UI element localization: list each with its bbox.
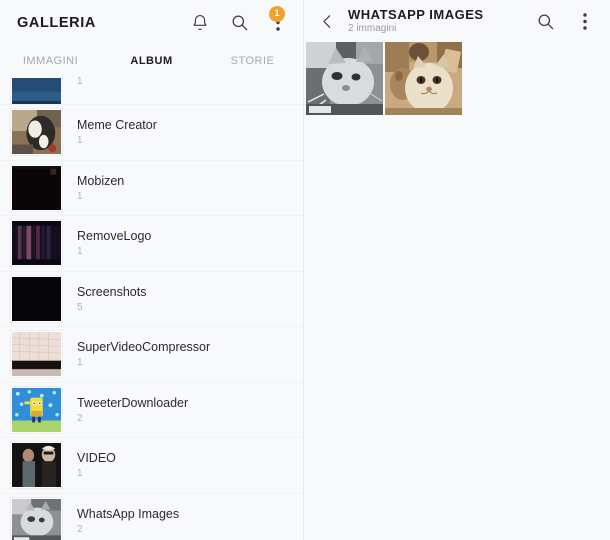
album-count: 1 bbox=[77, 190, 83, 202]
more-options-icon[interactable] bbox=[574, 10, 596, 32]
photo-grid bbox=[304, 42, 610, 115]
album-meta: Mobizen 1 bbox=[77, 174, 124, 202]
album-thumbnail bbox=[10, 163, 63, 212]
album-list-panel: GALLERIA 1 IMMAGINI ALBUM STORIE 1 Meme … bbox=[0, 0, 304, 540]
album-count: 2 bbox=[77, 412, 83, 424]
list-item[interactable]: Mobizen 1 bbox=[0, 160, 303, 216]
app-title: GALLERIA bbox=[17, 14, 96, 31]
album-thumbnail bbox=[10, 219, 63, 268]
tab-immagini[interactable]: IMMAGINI bbox=[0, 45, 101, 77]
album-meta: SuperVideoCompressor 1 bbox=[77, 340, 210, 368]
tab-bar: IMMAGINI ALBUM STORIE bbox=[0, 45, 303, 77]
album-thumbnail bbox=[10, 77, 63, 104]
album-meta: VIDEO 1 bbox=[77, 451, 116, 479]
detail-icon-group bbox=[534, 10, 596, 32]
header-icon-group: 1 bbox=[189, 5, 289, 34]
list-item[interactable]: Meme Creator 1 bbox=[0, 105, 303, 161]
detail-title-block: WHATSAPP IMAGES 2 immagini bbox=[348, 6, 534, 35]
album-name: Meme Creator bbox=[77, 118, 157, 133]
album-thumbnail bbox=[10, 385, 63, 434]
album-name: RemoveLogo bbox=[77, 229, 152, 244]
notifications-icon[interactable] bbox=[189, 12, 211, 34]
album-name: SuperVideoCompressor bbox=[77, 340, 211, 355]
search-icon[interactable] bbox=[228, 12, 250, 34]
list-item[interactable]: Screenshots 5 bbox=[0, 271, 303, 327]
album-name: TweeterDownloader bbox=[77, 395, 189, 410]
album-count: 1 bbox=[77, 135, 83, 147]
album-meta: TweeterDownloader 2 bbox=[77, 396, 188, 424]
album-count: 1 bbox=[77, 77, 83, 87]
album-meta: Meme Creator 1 bbox=[77, 118, 157, 146]
list-item[interactable]: RemoveLogo 1 bbox=[0, 216, 303, 272]
search-icon[interactable] bbox=[534, 10, 556, 32]
back-arrow-icon[interactable] bbox=[314, 8, 340, 34]
album-thumbnail bbox=[10, 274, 63, 323]
list-item[interactable]: SuperVideoCompressor 1 bbox=[0, 327, 303, 383]
list-item[interactable]: TweeterDownloader 2 bbox=[0, 382, 303, 438]
album-list[interactable]: 1 Meme Creator 1 Mobizen 1 RemoveLogo 1 … bbox=[0, 77, 303, 540]
album-count: 1 bbox=[77, 246, 83, 258]
notification-badge: 1 bbox=[269, 5, 285, 22]
album-thumbnail bbox=[10, 496, 63, 540]
album-count: 1 bbox=[77, 468, 83, 480]
tab-storie[interactable]: STORIE bbox=[202, 45, 303, 77]
album-meta: 1 bbox=[77, 77, 83, 87]
page-title: WHATSAPP IMAGES bbox=[348, 6, 484, 22]
gallery-app-screen: GALLERIA 1 IMMAGINI ALBUM STORIE 1 Meme … bbox=[0, 0, 610, 540]
more-options-icon[interactable]: 1 bbox=[267, 5, 289, 34]
album-count: 1 bbox=[77, 357, 83, 369]
left-app-header: GALLERIA 1 bbox=[0, 0, 303, 45]
photo-cat-grayscale[interactable] bbox=[306, 42, 383, 115]
list-item[interactable]: WhatsApp Images 2 bbox=[0, 493, 303, 540]
album-meta: WhatsApp Images 2 bbox=[77, 507, 179, 535]
album-thumbnail bbox=[10, 108, 63, 157]
album-name: Screenshots bbox=[77, 284, 147, 299]
tab-album[interactable]: ALBUM bbox=[101, 45, 202, 77]
list-item[interactable]: VIDEO 1 bbox=[0, 438, 303, 494]
album-name: Mobizen bbox=[77, 173, 125, 188]
album-thumbnail bbox=[10, 330, 63, 379]
album-thumbnail bbox=[10, 441, 63, 490]
album-detail-panel: WHATSAPP IMAGES 2 immagini bbox=[304, 0, 610, 540]
photo-cat-sepia[interactable] bbox=[385, 42, 462, 115]
album-meta: Screenshots 5 bbox=[77, 285, 146, 313]
list-item[interactable]: 1 bbox=[0, 77, 303, 105]
page-subtitle: 2 immagini bbox=[348, 23, 397, 35]
detail-header: WHATSAPP IMAGES 2 immagini bbox=[304, 0, 610, 42]
album-name: VIDEO bbox=[77, 451, 116, 466]
album-name: WhatsApp Images bbox=[77, 506, 180, 521]
album-meta: RemoveLogo 1 bbox=[77, 229, 151, 257]
album-count: 5 bbox=[77, 301, 83, 313]
album-count: 2 bbox=[77, 523, 83, 535]
